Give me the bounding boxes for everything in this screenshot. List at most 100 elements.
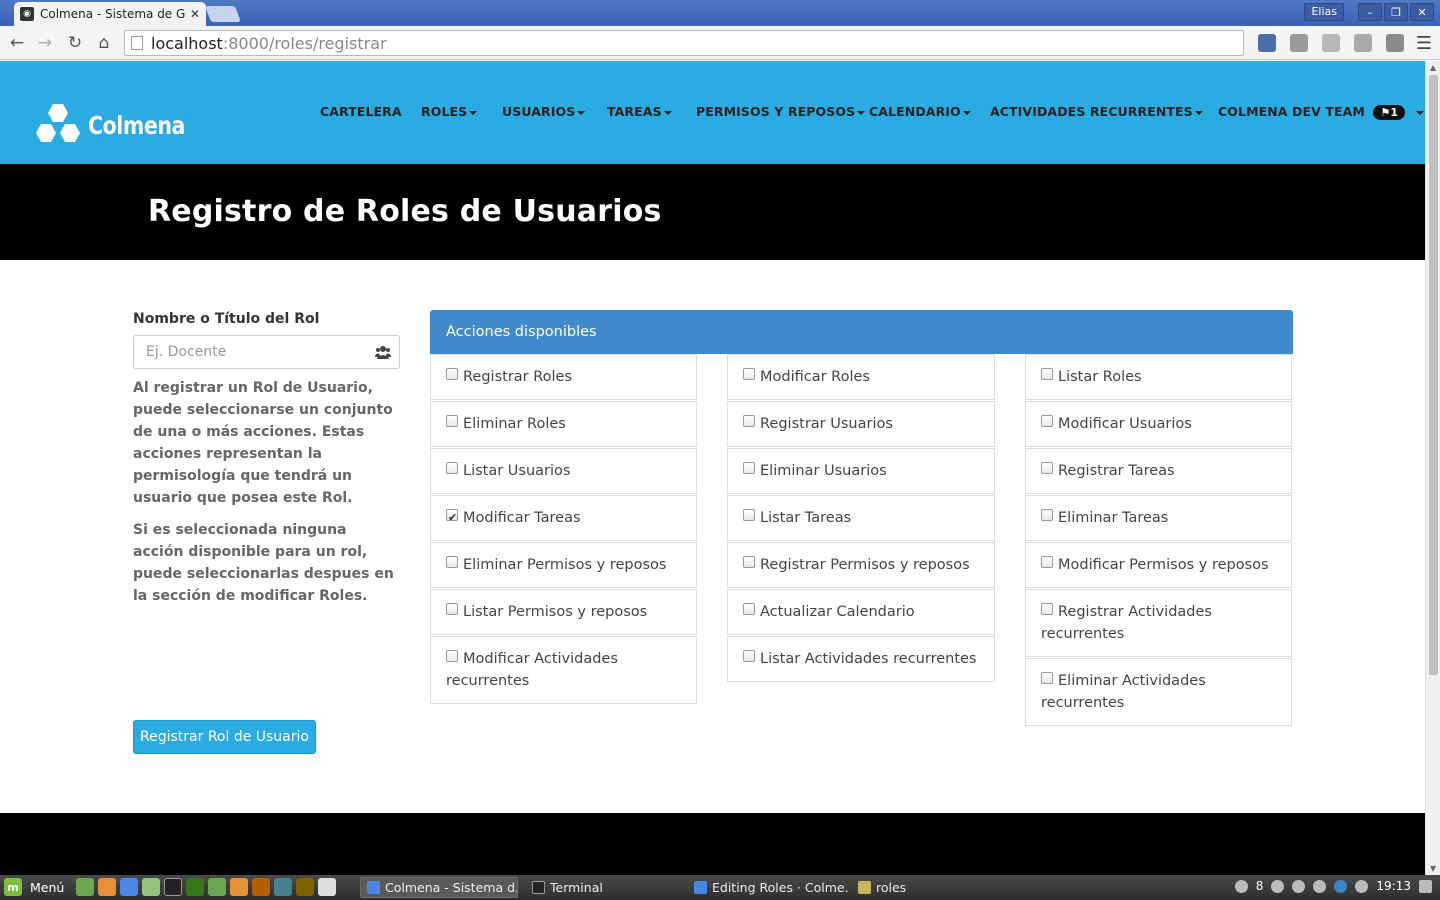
nav-item-cartelera[interactable]: CARTELERA bbox=[320, 104, 402, 119]
network-icon[interactable] bbox=[1292, 879, 1306, 893]
extension-icon[interactable] bbox=[1386, 34, 1404, 52]
action-item[interactable]: Listar Roles bbox=[1025, 354, 1292, 400]
notification-badge[interactable]: ⚑1 bbox=[1373, 105, 1406, 120]
action-item[interactable]: Registrar Tareas bbox=[1025, 448, 1292, 494]
user-icon[interactable] bbox=[1271, 879, 1285, 893]
extension-icon[interactable] bbox=[1290, 34, 1308, 52]
nav-item-team-menu[interactable]: COLMENA DEV TEAM ⚑1 bbox=[1218, 104, 1424, 120]
home-button[interactable]: ⌂ bbox=[93, 32, 115, 54]
action-item[interactable]: Modificar Actividades recurrentes bbox=[430, 636, 697, 704]
nav-item-roles[interactable]: ROLES bbox=[421, 104, 478, 119]
action-item[interactable]: Registrar Usuarios bbox=[727, 401, 995, 447]
nav-item-usuarios[interactable]: USUARIOS bbox=[502, 104, 586, 119]
checkbox[interactable] bbox=[1041, 509, 1053, 521]
extension-icon[interactable] bbox=[1354, 34, 1372, 52]
app-launcher-icon[interactable] bbox=[274, 878, 292, 896]
restore-window-button[interactable]: ❐ bbox=[1384, 3, 1408, 21]
action-item[interactable]: Actualizar Calendario bbox=[727, 589, 995, 635]
files-icon[interactable] bbox=[142, 878, 160, 896]
nav-item-tareas[interactable]: TAREAS bbox=[607, 104, 672, 119]
checkbox[interactable] bbox=[1041, 672, 1053, 684]
colmena-app-icon[interactable] bbox=[318, 878, 336, 896]
action-item[interactable]: Eliminar Usuarios bbox=[727, 448, 995, 494]
register-role-button[interactable]: Registrar Rol de Usuario bbox=[133, 720, 316, 754]
checkbox[interactable] bbox=[743, 650, 755, 662]
scrollbar-thumb[interactable] bbox=[1429, 75, 1438, 675]
action-item[interactable]: Registrar Roles bbox=[430, 354, 697, 400]
sublime-icon[interactable] bbox=[252, 878, 270, 896]
checkbox[interactable] bbox=[743, 462, 755, 474]
extension-icon[interactable] bbox=[1258, 34, 1276, 52]
taskbar-task-roles-folder[interactable]: roles bbox=[852, 877, 942, 898]
new-tab-button[interactable] bbox=[205, 6, 241, 22]
action-item[interactable]: Modificar Roles bbox=[727, 354, 995, 400]
action-item[interactable]: Modificar Permisos y reposos bbox=[1025, 542, 1292, 588]
action-item[interactable]: Listar Usuarios bbox=[430, 448, 697, 494]
browser-tab[interactable]: ◉ Colmena - Sistema de Ge ✕ bbox=[14, 2, 206, 26]
checkbox[interactable] bbox=[743, 368, 755, 380]
extension-icon[interactable] bbox=[1322, 34, 1340, 52]
checkbox-checked[interactable] bbox=[446, 507, 458, 529]
checkbox[interactable] bbox=[1041, 415, 1053, 427]
flag-icon: ⚑ bbox=[1380, 106, 1391, 119]
address-bar[interactable]: localhost:8000/roles/registrar bbox=[124, 30, 1244, 56]
action-item[interactable]: Registrar Actividades recurrentes bbox=[1025, 589, 1292, 657]
firefox-icon[interactable] bbox=[98, 878, 116, 896]
checkbox[interactable] bbox=[446, 415, 458, 427]
taskbar-task-terminal[interactable]: Terminal bbox=[526, 877, 676, 898]
nav-item-calendario[interactable]: CALENDARIO bbox=[869, 104, 971, 119]
monitor-icon[interactable] bbox=[296, 878, 314, 896]
show-desktop-icon[interactable] bbox=[76, 878, 94, 896]
nav-item-actividades-recurrentes[interactable]: ACTIVIDADES RECURRENTES bbox=[990, 104, 1203, 119]
checkbox[interactable] bbox=[1041, 368, 1053, 380]
action-item[interactable]: Eliminar Permisos y reposos bbox=[430, 542, 697, 588]
action-item[interactable]: Eliminar Actividades recurrentes bbox=[1025, 658, 1292, 726]
action-item[interactable]: Registrar Permisos y reposos bbox=[727, 542, 995, 588]
checkbox[interactable] bbox=[743, 509, 755, 521]
action-item[interactable]: Eliminar Roles bbox=[430, 401, 697, 447]
checkbox[interactable] bbox=[446, 556, 458, 568]
forward-button[interactable]: → bbox=[34, 32, 56, 54]
nav-item-permisos-y-reposos[interactable]: PERMISOS Y REPOSOS bbox=[696, 104, 866, 119]
checkbox[interactable] bbox=[446, 368, 458, 380]
taskbar-task-browser[interactable]: Colmena - Sistema d... bbox=[360, 877, 518, 898]
action-item[interactable]: Listar Tareas bbox=[727, 495, 995, 541]
action-item[interactable]: Modificar Usuarios bbox=[1025, 401, 1292, 447]
chrome-icon[interactable] bbox=[120, 878, 138, 896]
shield-icon[interactable] bbox=[1355, 879, 1369, 893]
checkbox[interactable] bbox=[446, 603, 458, 615]
checkbox[interactable] bbox=[1041, 603, 1053, 615]
tab-close-icon[interactable]: ✕ bbox=[190, 7, 200, 21]
taskbar-task-editing-roles[interactable]: Editing Roles · Colme... bbox=[688, 877, 848, 898]
scroll-up-icon[interactable]: ▲ bbox=[1430, 63, 1436, 72]
role-name-input[interactable] bbox=[134, 336, 364, 368]
action-item[interactable]: Modificar Tareas bbox=[430, 495, 697, 541]
checkbox[interactable] bbox=[446, 462, 458, 474]
checkbox[interactable] bbox=[743, 556, 755, 568]
checkbox[interactable] bbox=[1041, 462, 1053, 474]
start-menu-button[interactable]: m Menú bbox=[4, 878, 64, 896]
volume-icon[interactable] bbox=[1313, 879, 1327, 893]
settings-icon[interactable] bbox=[230, 878, 248, 896]
role-name-field bbox=[133, 335, 400, 369]
checkbox[interactable] bbox=[1041, 556, 1053, 568]
action-item[interactable]: Listar Actividades recurrentes bbox=[727, 636, 995, 682]
action-item[interactable]: Listar Permisos y reposos bbox=[430, 589, 697, 635]
telegram-icon[interactable] bbox=[1334, 879, 1348, 893]
close-window-button[interactable]: ✕ bbox=[1410, 3, 1434, 21]
terminal-icon[interactable] bbox=[164, 878, 182, 896]
page-scrollbar[interactable]: ▲ ▼ bbox=[1425, 61, 1440, 875]
android-icon[interactable] bbox=[208, 878, 226, 896]
browser-menu-icon[interactable]: ☰ bbox=[1416, 33, 1432, 54]
notification-icon[interactable] bbox=[1419, 879, 1432, 893]
minimize-window-button[interactable]: – bbox=[1358, 3, 1382, 21]
reload-button[interactable]: ↻ bbox=[64, 32, 86, 54]
checkbox[interactable] bbox=[446, 650, 458, 662]
action-item[interactable]: Eliminar Tareas bbox=[1025, 495, 1292, 541]
checkbox[interactable] bbox=[743, 603, 755, 615]
checkbox[interactable] bbox=[743, 415, 755, 427]
update-icon[interactable] bbox=[1234, 879, 1248, 893]
app-launcher-icon[interactable] bbox=[186, 878, 204, 896]
back-button[interactable]: ← bbox=[6, 32, 28, 54]
scroll-down-icon[interactable]: ▼ bbox=[1430, 864, 1436, 873]
